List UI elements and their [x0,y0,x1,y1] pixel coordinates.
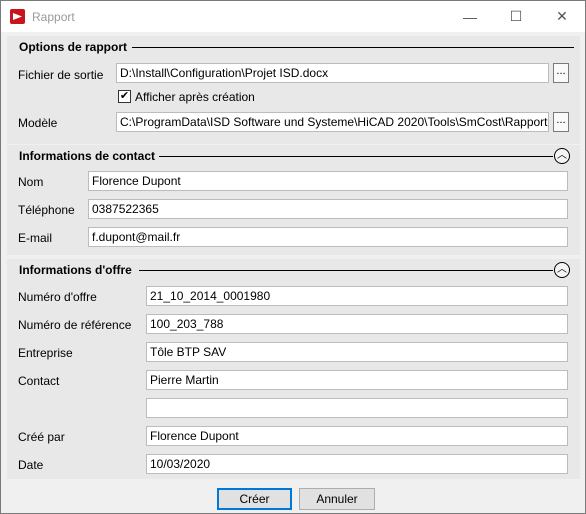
window-title: Rapport [32,10,75,24]
email-field[interactable]: f.dupont@mail.fr [88,227,568,247]
close-button[interactable]: ✕ [539,1,585,32]
contact-label: Contact [18,374,60,388]
template-label: Modèle [18,116,58,130]
offer-section: Informations d'offre ︿ Numéro d'offre 21… [7,259,580,479]
show-after-label: Afficher après création [135,90,255,104]
output-file-browse-button[interactable]: ... [553,63,569,83]
name-label: Nom [18,175,44,189]
reference-number-label: Numéro de référence [18,318,132,332]
phone-label: Téléphone [18,203,75,217]
contact-field-2[interactable] [146,398,568,418]
section-divider [139,270,553,271]
contact-section-title: Informations de contact [19,149,156,163]
create-button[interactable]: Créer [217,488,292,510]
name-field[interactable]: Florence Dupont [88,171,568,191]
chevron-up-icon: ︿ [557,150,567,161]
template-field[interactable]: C:\ProgramData\ISD Software und Systeme\… [116,112,549,132]
title-bar[interactable]: Rapport — ☐ ✕ [1,1,585,32]
offer-section-title: Informations d'offre [19,263,132,277]
options-section: Options de rapport Fichier de sortie D:\… [7,36,580,144]
output-file-label: Fichier de sortie [18,68,104,82]
minimize-button[interactable]: — [447,1,493,32]
collapse-offer-button[interactable]: ︿ [554,262,570,278]
contact-field[interactable]: Pierre Martin [146,370,568,390]
template-browse-button[interactable]: ... [553,112,569,132]
app-icon [10,9,25,24]
email-label: E-mail [18,231,53,245]
offer-number-label: Numéro d'offre [18,290,97,304]
contact-section: Informations de contact ︿ Nom Florence D… [7,145,580,255]
chevron-up-icon: ︿ [557,264,567,275]
section-divider [159,156,553,157]
options-section-title: Options de rapport [19,40,127,54]
company-label: Entreprise [18,346,73,360]
company-field[interactable]: Tôle BTP SAV [146,342,568,362]
output-file-field[interactable]: D:\Install\Configuration\Projet ISD.docx [116,63,549,83]
phone-field[interactable]: 0387522365 [88,199,568,219]
cancel-button[interactable]: Annuler [299,488,375,510]
created-by-field[interactable]: Florence Dupont [146,426,568,446]
date-label: Date [18,458,44,472]
date-field[interactable]: 10/03/2020 [146,454,568,474]
maximize-button[interactable]: ☐ [493,1,539,32]
created-by-label: Créé par [18,430,65,444]
show-after-checkbox[interactable]: ✔ [118,90,131,103]
reference-number-field[interactable]: 100_203_788 [146,314,568,334]
offer-number-field[interactable]: 21_10_2014_0001980 [146,286,568,306]
collapse-contact-button[interactable]: ︿ [554,148,570,164]
report-dialog: Rapport — ☐ ✕ Options de rapport Fichier… [0,0,586,514]
section-divider [132,47,574,48]
